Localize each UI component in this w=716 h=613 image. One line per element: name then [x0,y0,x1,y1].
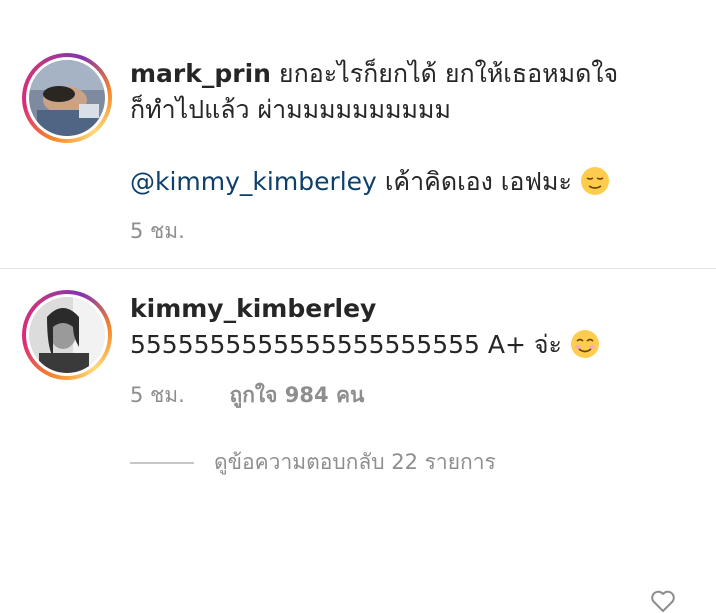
comment-username[interactable]: mark_prin [130,59,271,88]
comment-text: 5555555555555555555555 A+ จ่ะ [130,330,562,359]
comment-text: เค้าคิดเอง เอฟมะ [384,167,572,196]
avatar[interactable] [29,60,105,136]
comment-item: kimmy_kimberley 5555555555555555555555 A… [0,269,716,612]
likes-count[interactable]: ถูกใจ 984 คน [230,383,365,407]
comment-timestamp: 5 ชม. [130,383,185,407]
view-replies-label: ดูข้อความตอบกลับ 22 รายการ [214,450,496,474]
replies-line [130,461,194,464]
comment-username[interactable]: kimmy_kimberley [130,291,656,327]
avatar[interactable] [29,297,105,373]
relieved-face-icon [580,166,610,196]
avatar-story-ring[interactable] [22,290,112,380]
mention-link[interactable]: @kimmy_kimberley [130,167,377,196]
comment-item: mark_prin ยกอะไรก็ยกได้ ยกให้เธอหมดใจ ก็… [0,0,716,268]
comment-timestamp: 5 ชม. [130,219,185,243]
avatar-story-ring[interactable] [22,53,112,143]
comment-text: ยกอะไรก็ยกได้ ยกให้เธอหมดใจ [278,59,619,88]
view-replies-button[interactable]: ดูข้อความตอบกลับ 22 รายการ [130,446,496,479]
comment-text: ก็ทำไปแล้ว ผ่ามมมมมมมมมม [130,95,451,124]
smiling-face-icon [570,329,600,359]
heart-icon[interactable] [650,589,676,613]
